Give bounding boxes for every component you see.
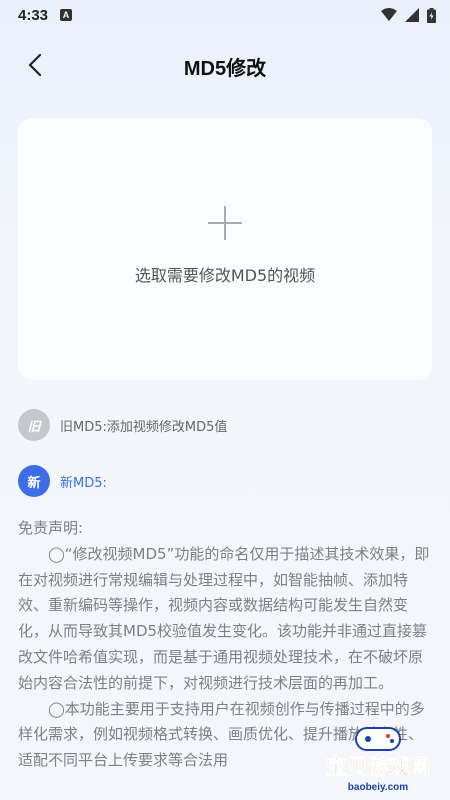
old-md5-row: 旧 旧MD5:添加视频修改MD5值	[18, 409, 227, 441]
app-header: MD5修改	[0, 38, 450, 94]
disclaimer-title: 免责声明:	[18, 519, 84, 537]
disclaimer-paragraph: ◯“修改视频MD5”功能的命名仅用于描述其技术效果，即在对视频进行常规编辑与处理…	[18, 544, 430, 692]
old-md5-badge: 旧	[18, 409, 50, 441]
back-button[interactable]	[18, 48, 52, 82]
page-title: MD5修改	[183, 57, 267, 80]
wifi-icon	[381, 8, 397, 21]
plus-icon	[208, 206, 242, 240]
video-picker-label: 选取需要修改MD5的视频	[134, 266, 316, 285]
battery-icon	[427, 7, 436, 23]
old-md5-label: 旧MD5:添加视频修改MD5值	[60, 419, 228, 435]
status-bar: 4:33 A	[0, 0, 450, 30]
video-picker[interactable]: 选取需要修改MD5的视频	[18, 118, 432, 380]
watermark-brand: 宝贝游戏网	[326, 755, 431, 779]
watermark-logo: 宝贝游戏网 baobeiy.com	[325, 727, 431, 793]
new-md5-label: 新MD5:	[60, 475, 107, 491]
status-time: 4:33	[18, 6, 49, 24]
notification-icon: A	[60, 9, 73, 21]
chevron-left-icon	[28, 54, 42, 76]
status-icons	[381, 7, 436, 23]
new-md5-badge: 新	[18, 465, 50, 497]
gamepad-icon	[355, 727, 401, 751]
cell-signal-icon	[405, 8, 419, 22]
watermark-url: baobeiy.com	[348, 782, 408, 793]
new-md5-row: 新 新MD5:	[18, 465, 107, 497]
